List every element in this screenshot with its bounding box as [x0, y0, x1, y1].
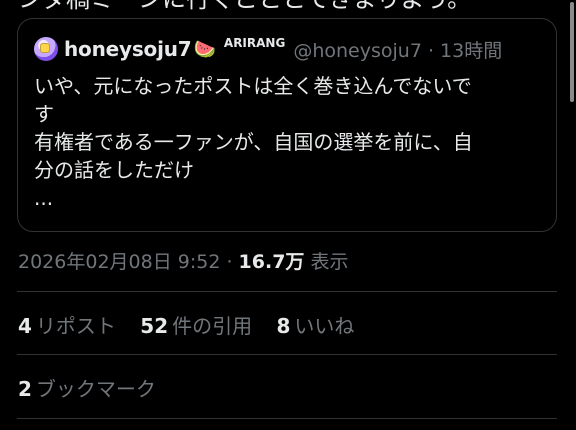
- repost-count-link[interactable]: 4 リポスト: [18, 312, 116, 340]
- post-datetime[interactable]: 2026年02月08日 9:52: [18, 251, 220, 273]
- quoted-post-card[interactable]: honeysoju7 🍉 ARIRANG @honeysoju7 · 13時間 …: [17, 18, 557, 232]
- post-detail-view: ンダ稿ミ一ンに行くこととてきまりよう。 honeysoju7 🍉 ARIRANG…: [0, 0, 576, 430]
- divider: [17, 354, 557, 355]
- engagement-stats: 4 リポスト 52 件の引用 8 いいね: [18, 312, 372, 340]
- bookmark-count-link[interactable]: 2 ブックマーク: [18, 375, 156, 403]
- repost-label: リポスト: [35, 314, 116, 338]
- avatar[interactable]: [34, 37, 58, 61]
- author-handle-time[interactable]: @honeysoju7 · 13時間: [293, 36, 502, 63]
- post-metadata: 2026年02月08日 9:52 · 16.7万 表示: [18, 248, 348, 276]
- divider: [17, 291, 557, 292]
- like-count-link[interactable]: 8 いいね: [276, 312, 354, 340]
- quoted-post-line: 分の話をしただけ: [34, 158, 194, 182]
- author-display-name[interactable]: honeysoju7: [64, 37, 192, 61]
- quoted-post-line: 有権者である一ファンが、自国の選挙を前に、自: [34, 130, 473, 154]
- quoted-post-header: honeysoju7 🍉 ARIRANG @honeysoju7 · 13時間: [34, 35, 544, 63]
- watermelon-icon: 🍉: [193, 38, 216, 60]
- bookmark-label: ブックマーク: [35, 377, 156, 401]
- repost-count: 4: [18, 314, 32, 338]
- post-body-partial: ンダ稿ミ一ンに行くこととてきまりよう。: [18, 0, 471, 15]
- like-count: 8: [276, 314, 291, 338]
- quoted-post-line: いや、元になったポストは全く巻き込んでないで: [34, 74, 472, 98]
- quote-label: 件の引用: [172, 314, 253, 338]
- metadata-separator: ·: [220, 251, 239, 273]
- scrollbar[interactable]: [570, 2, 574, 102]
- profile-label: ARIRANG: [223, 36, 286, 50]
- quoted-post-text: いや、元になったポストは全く巻き込んでないで す 有権者である一ファンが、自国の…: [34, 72, 539, 212]
- quoted-post-line: す: [34, 102, 54, 126]
- bookmark-count: 2: [18, 377, 32, 401]
- like-label: いいね: [294, 314, 355, 338]
- view-count: 16.7万: [238, 251, 305, 273]
- view-label: 表示: [304, 251, 349, 273]
- quoted-post-ellipsis: ...: [34, 186, 54, 210]
- quote-count: 52: [140, 314, 169, 338]
- divider: [17, 418, 557, 419]
- quote-count-link[interactable]: 52 件の引用: [140, 312, 252, 340]
